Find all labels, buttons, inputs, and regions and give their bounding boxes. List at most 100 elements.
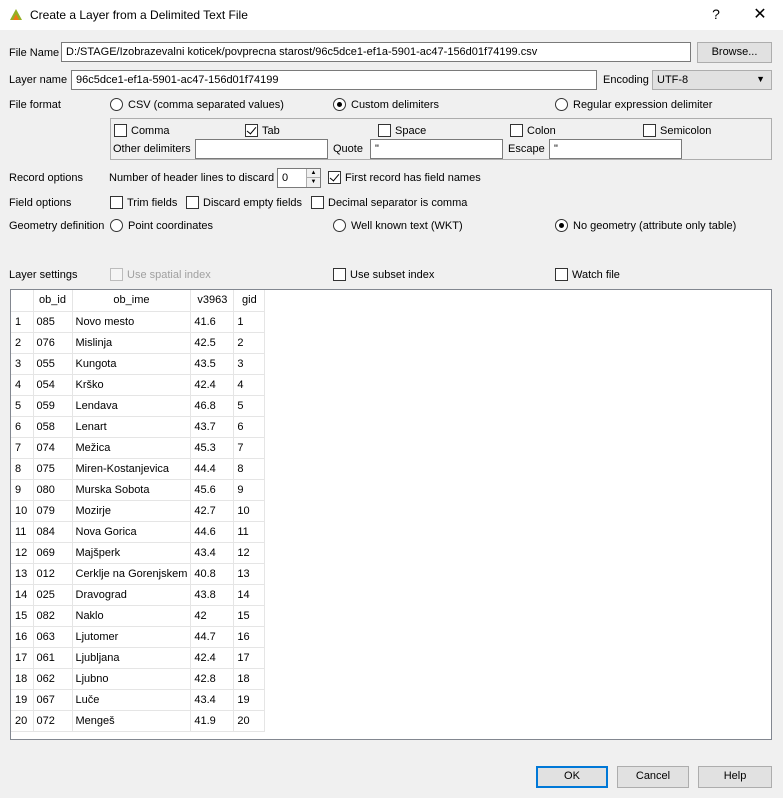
csv-radio[interactable] — [110, 98, 123, 111]
table-row[interactable]: 8 075 Miren-Kostanjevica 44.4 8 — [11, 458, 266, 480]
first-record-checkbox[interactable] — [328, 171, 341, 184]
close-icon[interactable]: ✕ — [751, 4, 769, 24]
table-row[interactable]: 9 080 Murska Sobota 45.6 9 — [11, 479, 266, 501]
cancel-button[interactable]: Cancel — [617, 766, 689, 788]
table-cell: 072 — [33, 710, 73, 732]
row-number-cell: 6 — [11, 416, 34, 438]
wkt-radio[interactable] — [333, 219, 346, 232]
table-cell: Ljubno — [72, 668, 192, 690]
table-row[interactable]: 7 074 Mežica 45.3 7 — [11, 437, 266, 459]
row-number-cell: 8 — [11, 458, 34, 480]
colon-checkbox[interactable] — [510, 124, 523, 137]
table-cell: Cerklje na Gorenjskem — [72, 563, 192, 585]
column-header[interactable]: ob_ime — [72, 290, 192, 312]
subset-index-checkbox[interactable] — [333, 268, 346, 281]
escape-input[interactable]: " — [549, 139, 682, 159]
table-row[interactable]: 3 055 Kungota 43.5 3 — [11, 353, 266, 375]
row-number-cell: 2 — [11, 332, 34, 354]
trim-fields-checkbox[interactable] — [110, 196, 123, 209]
table-cell: 1 — [233, 311, 266, 333]
comma-checkbox[interactable] — [114, 124, 127, 137]
column-header[interactable]: v3963 — [190, 290, 235, 312]
other-delimiters-input[interactable] — [195, 139, 328, 159]
table-row[interactable]: 6 058 Lenart 43.7 6 — [11, 416, 266, 438]
table-row[interactable]: 12 069 Majšperk 43.4 12 — [11, 542, 266, 564]
table-cell: 45.6 — [190, 479, 235, 501]
tab-checkbox[interactable] — [245, 124, 258, 137]
spin-up-icon[interactable]: ▲ — [307, 169, 320, 178]
ok-button[interactable]: OK — [536, 766, 608, 788]
watch-file-checkbox[interactable] — [555, 268, 568, 281]
file-name-input[interactable]: D:/STAGE/Izobrazevalni koticek/povprecna… — [61, 42, 691, 62]
preview-table[interactable]: ob_id ob_ime v3963 gid 1 085 Novo mesto 41.… — [10, 289, 772, 740]
row-number-cell: 17 — [11, 647, 34, 669]
subset-index-label: Use subset index — [350, 269, 435, 281]
geometry-definition-label: Geometry definition — [9, 220, 105, 232]
encoding-label: Encoding — [603, 74, 649, 86]
table-cell: 17 — [233, 647, 266, 669]
trim-fields-label: Trim fields — [127, 197, 178, 209]
table-row[interactable]: 1 085 Novo mesto 41.6 1 — [11, 311, 266, 333]
table-row[interactable]: 18 062 Ljubno 42.8 18 — [11, 668, 266, 690]
table-cell: 44.6 — [190, 521, 235, 543]
table-cell: 45.3 — [190, 437, 235, 459]
table-row[interactable]: 15 082 Naklo 42 15 — [11, 605, 266, 627]
browse-button[interactable]: Browse... — [697, 42, 772, 63]
point-coordinates-radio[interactable] — [110, 219, 123, 232]
table-cell: 063 — [33, 626, 73, 648]
help-button[interactable]: Help — [698, 766, 772, 788]
help-icon[interactable]: ? — [708, 6, 724, 22]
table-cell: Luče — [72, 689, 192, 711]
table-cell: 085 — [33, 311, 73, 333]
table-cell: Krško — [72, 374, 192, 396]
table-cell: Mežica — [72, 437, 192, 459]
spin-down-icon[interactable]: ▼ — [307, 178, 320, 187]
discard-empty-checkbox[interactable] — [186, 196, 199, 209]
table-row[interactable]: 19 067 Luče 43.4 19 — [11, 689, 266, 711]
table-cell: 13 — [233, 563, 266, 585]
comma-label: Comma — [131, 125, 170, 137]
column-header[interactable]: ob_id — [33, 290, 73, 312]
header-lines-label: Number of header lines to discard — [109, 172, 275, 184]
file-name-label: File Name — [9, 47, 60, 59]
window-title: Create a Layer from a Delimited Text Fil… — [30, 8, 248, 22]
table-cell: 084 — [33, 521, 73, 543]
table-cell: Murska Sobota — [72, 479, 192, 501]
table-cell: Mislinja — [72, 332, 192, 354]
table-cell: Majšperk — [72, 542, 192, 564]
row-number-header — [11, 290, 34, 312]
table-row[interactable]: 2 076 Mislinja 42.5 2 — [11, 332, 266, 354]
header-lines-spinbox[interactable]: 0 ▲ ▼ — [277, 168, 321, 188]
table-row[interactable]: 10 079 Mozirje 42.7 10 — [11, 500, 266, 522]
table-row[interactable]: 4 054 Krško 42.4 4 — [11, 374, 266, 396]
quote-label: Quote — [333, 143, 363, 155]
quote-input[interactable]: " — [370, 139, 503, 159]
table-row[interactable]: 11 084 Nova Gorica 44.6 11 — [11, 521, 266, 543]
table-cell: Naklo — [72, 605, 192, 627]
row-number-cell: 12 — [11, 542, 34, 564]
space-checkbox[interactable] — [378, 124, 391, 137]
table-cell: 059 — [33, 395, 73, 417]
table-cell: 9 — [233, 479, 266, 501]
regex-delimiter-radio[interactable] — [555, 98, 568, 111]
table-row[interactable]: 14 025 Dravograd 43.8 14 — [11, 584, 266, 606]
semicolon-checkbox[interactable] — [643, 124, 656, 137]
table-cell: 42 — [190, 605, 235, 627]
no-geometry-radio[interactable] — [555, 219, 568, 232]
table-row[interactable]: 17 061 Ljubljana 42.4 17 — [11, 647, 266, 669]
csv-radio-label: CSV (comma separated values) — [128, 99, 284, 111]
table-row[interactable]: 16 063 Ljutomer 44.7 16 — [11, 626, 266, 648]
layer-name-input[interactable]: 96c5dce1-ef1a-5901-ac47-156d01f74199 — [71, 70, 597, 90]
table-row[interactable]: 20 072 Mengeš 41.9 20 — [11, 710, 266, 732]
column-header[interactable]: gid — [233, 290, 266, 312]
header-lines-value: 0 — [282, 172, 289, 184]
file-format-label: File format — [9, 99, 61, 111]
table-cell: 2 — [233, 332, 266, 354]
encoding-select[interactable]: UTF-8 ▼ — [652, 70, 772, 90]
decimal-comma-checkbox[interactable] — [311, 196, 324, 209]
table-cell: 4 — [233, 374, 266, 396]
table-cell: 43.4 — [190, 689, 235, 711]
custom-delimiters-radio[interactable] — [333, 98, 346, 111]
table-row[interactable]: 5 059 Lendava 46.8 5 — [11, 395, 266, 417]
table-row[interactable]: 13 012 Cerklje na Gorenjskem 40.8 13 — [11, 563, 266, 585]
